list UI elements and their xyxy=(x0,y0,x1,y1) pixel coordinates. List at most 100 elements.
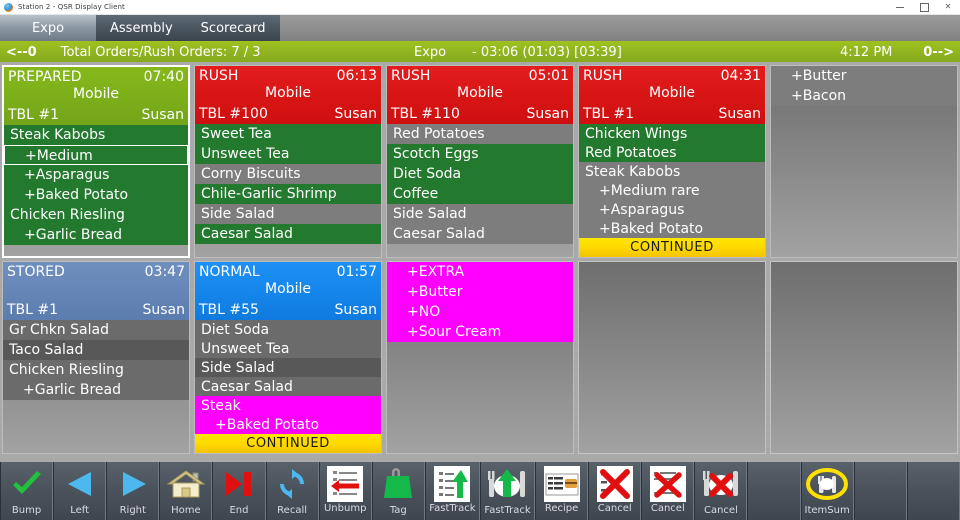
order-item[interactable]: Chicken Wings xyxy=(579,124,765,143)
continued-banner: CONTINUED xyxy=(579,238,765,257)
toolbar-button-blank-2[interactable] xyxy=(853,462,907,520)
order-item[interactable]: Taco Salad xyxy=(3,340,189,360)
order-item[interactable]: +Garlic Bread xyxy=(4,225,188,245)
toolbar-button-recipe[interactable]: Recipe xyxy=(535,462,589,520)
order-channel: Mobile xyxy=(73,86,119,102)
toolbar-button-blank-3[interactable] xyxy=(906,462,960,520)
order-item[interactable]: Corny Biscuits xyxy=(195,164,381,184)
order-item[interactable]: +Asparagus xyxy=(579,200,765,219)
order-card-rush-100[interactable]: RUSH 06:13 Mobile TBL #100 Susan Sweet Tea… xyxy=(194,65,382,258)
toolbar-button-fasttrack-plate[interactable]: FastTrack xyxy=(479,462,536,520)
triangle-left-icon xyxy=(57,464,103,504)
order-item[interactable]: Side Salad xyxy=(195,358,381,377)
toolbar-label: FastTrack xyxy=(429,503,476,514)
order-item-selected[interactable]: +Medium xyxy=(4,145,188,165)
toolbar-button-blank-1[interactable] xyxy=(747,462,801,520)
cancel-x-icon xyxy=(596,466,633,502)
tab-bar-filler xyxy=(279,15,960,41)
toolbar-button-bump[interactable]: Bump xyxy=(0,462,54,520)
order-item[interactable]: +Butter xyxy=(387,282,573,302)
order-item[interactable]: +EXTRA xyxy=(387,262,573,282)
toolbar-label: Cancel xyxy=(597,503,632,514)
order-item[interactable]: Unsweet Tea xyxy=(195,339,381,358)
maximize-button[interactable] xyxy=(912,0,936,14)
card-filler xyxy=(771,106,957,257)
order-item[interactable]: +NO xyxy=(387,302,573,322)
order-item[interactable]: Diet Soda xyxy=(195,320,381,339)
toolbar-button-recall[interactable]: Recall xyxy=(265,462,319,520)
toolbar-button-cancel-x[interactable]: Cancel xyxy=(588,462,642,520)
order-items: Steak Kabobs +Medium +Asparagus +Baked P… xyxy=(4,125,188,256)
order-card-rush-110[interactable]: RUSH 05:01 Mobile TBL #110 Susan Red Potat… xyxy=(386,65,574,258)
tab-assembly[interactable]: Assembly xyxy=(96,15,187,41)
minimize-button[interactable] xyxy=(888,0,912,14)
toolbar-button-cancel-list[interactable]: Cancel xyxy=(641,462,695,520)
order-server: Susan xyxy=(334,105,377,122)
order-item[interactable]: +Baked Potato xyxy=(579,219,765,238)
order-item[interactable]: +Baked Potato xyxy=(195,415,381,434)
order-item[interactable]: Steak Kabobs xyxy=(4,125,188,145)
toolbar-button-end[interactable]: End xyxy=(212,462,266,520)
station-name: Expo xyxy=(414,44,447,60)
order-header: NORMAL 01:57 Mobile TBL #55 Susan xyxy=(195,262,381,320)
scroll-right-indicator[interactable]: 0--> xyxy=(923,45,954,60)
order-item[interactable]: Steak xyxy=(195,396,381,415)
order-card-continuation-modifiers[interactable]: +EXTRA +Butter +NO +Sour Cream xyxy=(386,261,574,454)
order-item[interactable]: Caesar Salad xyxy=(387,224,573,244)
order-cell xyxy=(578,261,766,454)
order-card-rush-1[interactable]: RUSH 04:31 Mobile TBL #1 Susan Chicken Win… xyxy=(578,65,766,258)
order-item[interactable]: Red Potatoes xyxy=(579,143,765,162)
toolbar-button-unbump[interactable]: Unbump xyxy=(318,462,372,520)
toolbar-button-itemsum[interactable]: ItemSum xyxy=(800,462,854,520)
order-item[interactable]: Caesar Salad xyxy=(195,224,381,244)
order-item[interactable]: Coffee xyxy=(387,184,573,204)
order-state: RUSH xyxy=(583,68,623,84)
order-item[interactable]: Unsweet Tea xyxy=(195,144,381,164)
order-item[interactable]: Red Potatoes xyxy=(387,124,573,144)
tab-scorecard[interactable]: Scorecard xyxy=(186,15,280,41)
order-item[interactable]: +Sour Cream xyxy=(387,322,573,342)
order-card-stored[interactable]: STORED 03:47 TBL #1 Susan Gr Chkn Salad Ta… xyxy=(2,261,190,454)
order-item[interactable]: Chile-Garlic Shrimp xyxy=(195,184,381,204)
order-item[interactable]: Caesar Salad xyxy=(195,377,381,396)
order-item[interactable]: +Asparagus xyxy=(4,165,188,185)
order-item[interactable]: Steak Kabobs xyxy=(579,162,765,181)
order-item[interactable]: Chicken Riesling xyxy=(3,360,189,380)
order-items: Red Potatoes Scotch Eggs Diet Soda Coffe… xyxy=(387,124,573,257)
order-item[interactable]: Gr Chkn Salad xyxy=(3,320,189,340)
order-item[interactable]: +Butter xyxy=(771,66,957,86)
toolbar-button-tag[interactable]: Tag xyxy=(371,462,425,520)
card-filler xyxy=(4,245,188,256)
order-item[interactable]: +Bacon xyxy=(771,86,957,106)
order-item[interactable]: +Baked Potato xyxy=(4,185,188,205)
tab-expo[interactable]: Expo xyxy=(0,15,96,41)
order-item[interactable]: Sweet Tea xyxy=(195,124,381,144)
order-item[interactable]: Chicken Riesling xyxy=(4,205,188,225)
toolbar-button-right[interactable]: Right xyxy=(106,462,160,520)
order-server: Susan xyxy=(526,105,569,122)
order-state: RUSH xyxy=(391,68,431,84)
toolbar-button-home[interactable]: Home xyxy=(159,462,213,520)
order-card-normal[interactable]: NORMAL 01:57 Mobile TBL #55 Susan Diet Sod… xyxy=(194,261,382,454)
toolbar-label: Recall xyxy=(277,505,308,516)
order-item[interactable]: Side Salad xyxy=(387,204,573,224)
toolbar-button-fasttrack-list[interactable]: FastTrack xyxy=(424,462,480,520)
close-button[interactable]: ✕ xyxy=(936,0,960,14)
order-item[interactable]: +Medium rare xyxy=(579,181,765,200)
toolbar-button-left[interactable]: Left xyxy=(53,462,107,520)
order-table: TBL #1 xyxy=(7,301,59,318)
order-timer: 04:31 xyxy=(720,68,761,84)
order-item[interactable]: Diet Soda xyxy=(387,164,573,184)
order-card-prepared[interactable]: PREPARED 07:40 Mobile TBL #1 Susan Steak K… xyxy=(2,65,190,258)
order-card-continuation[interactable]: +Butter +Bacon xyxy=(770,65,958,258)
scroll-left-indicator[interactable]: <--0 xyxy=(0,45,37,60)
order-card-empty[interactable] xyxy=(578,261,766,454)
tab-bar: Expo Assembly Scorecard xyxy=(0,15,960,41)
order-item[interactable]: Side Salad xyxy=(195,204,381,224)
order-item[interactable]: +Garlic Bread xyxy=(3,380,189,400)
order-card-empty[interactable] xyxy=(770,261,958,454)
card-filler xyxy=(387,342,573,453)
toolbar-label: Bump xyxy=(11,505,42,516)
order-item[interactable]: Scotch Eggs xyxy=(387,144,573,164)
toolbar-button-cancel-plate[interactable]: Cancel xyxy=(694,462,748,520)
